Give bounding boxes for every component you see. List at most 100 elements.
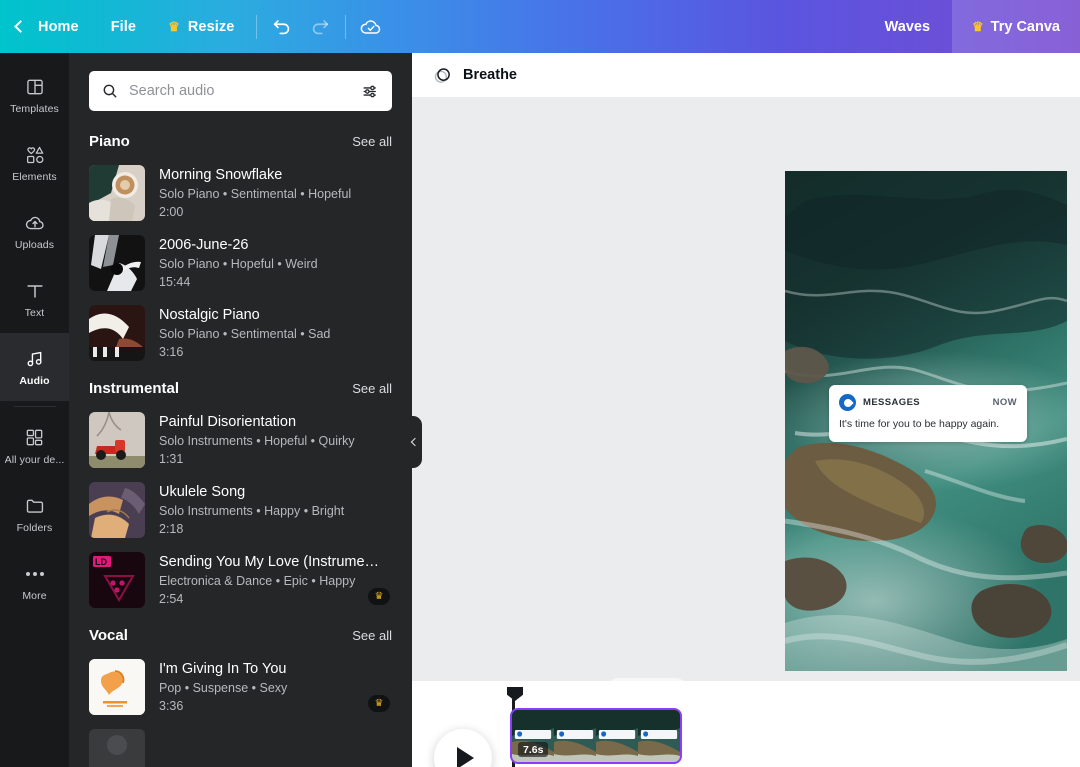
svg-text:LD: LD [95, 557, 107, 567]
section-title: Instrumental [89, 380, 180, 397]
sidebar-item-label: Elements [12, 170, 57, 183]
toolbar-divider [256, 14, 258, 39]
track-meta: Electronica & Dance • Epic • Happy [159, 574, 356, 589]
rail-divider [13, 406, 56, 407]
search-box[interactable] [89, 71, 392, 111]
track-duration: 2:18 [159, 521, 184, 536]
uploads-icon [24, 212, 46, 234]
sidebar-item-uploads[interactable]: Uploads [0, 197, 69, 265]
collapse-panel-button[interactable] [405, 416, 422, 468]
sidebar-item-label: Folders [16, 521, 53, 534]
track-thumbnail: LD [89, 552, 145, 608]
sidebar-item-more[interactable]: More [0, 548, 69, 616]
cloud-save-button[interactable] [352, 8, 390, 46]
track-name: Nostalgic Piano [159, 307, 260, 323]
home-button[interactable]: Home [0, 0, 95, 53]
resize-button[interactable]: ♛ Resize [152, 0, 250, 53]
track-thumbnail [89, 412, 145, 468]
video-clip[interactable]: 7.6s [510, 708, 682, 764]
clip-frame [596, 710, 638, 762]
clip-duration-badge: 7.6s [518, 742, 549, 757]
track-info: Sending You My Love (Instrument... Elect… [159, 552, 392, 608]
track-duration: 1:31 [159, 451, 184, 466]
track-meta: Solo Piano • Sentimental • Sad [159, 327, 331, 342]
list-item[interactable]: Morning Snowflake Solo Piano • Sentiment… [69, 158, 412, 228]
more-dots-icon [24, 563, 46, 585]
audio-icon [24, 348, 46, 370]
sidebar-item-text[interactable]: Text [0, 265, 69, 333]
toolbar-left-group: Home File ♛ Resize [0, 0, 390, 53]
notification-time: NOW [992, 397, 1017, 408]
undo-button[interactable] [263, 8, 301, 46]
section-header-instrumental: Instrumental See all [69, 368, 412, 405]
canvas-stage[interactable]: MESSAGES NOW It's time for you to be hap… [412, 97, 1080, 700]
text-icon [24, 280, 46, 302]
track-meta: Solo Piano • Hopeful • Weird [159, 257, 318, 272]
see-all-piano[interactable]: See all [352, 134, 392, 149]
section-title: Piano [89, 133, 130, 150]
search-input[interactable] [129, 83, 361, 99]
file-menu-button[interactable]: File [95, 0, 152, 53]
track-name: Morning Snowflake [159, 167, 283, 183]
list-item-partial[interactable] [69, 722, 412, 767]
pro-crown-badge: ♛ [368, 588, 390, 605]
editor-area: Breathe MESSAGES NOW It's time for you t… [412, 53, 1080, 767]
filter-sliders-icon[interactable] [361, 82, 380, 101]
track-thumbnail [89, 482, 145, 538]
toolbar-divider-2 [345, 14, 347, 39]
chevron-left-icon [14, 20, 27, 33]
undo-icon [274, 19, 290, 34]
track-thumbnail [89, 305, 145, 361]
section-header-vocal: Vocal See all [69, 615, 412, 652]
play-button[interactable] [434, 729, 492, 767]
resize-label: Resize [187, 18, 235, 35]
list-item[interactable]: Painful Disorientation Solo Instruments … [69, 405, 412, 475]
sidebar-item-audio[interactable]: Audio [0, 333, 69, 401]
see-all-vocal[interactable]: See all [352, 628, 392, 643]
track-name: Ukulele Song [159, 484, 246, 500]
sidebar-item-elements[interactable]: Elements [0, 129, 69, 197]
timeline-bar: 7.6s [412, 681, 1080, 767]
try-canva-pro-button[interactable]: ♛ Try Canva [952, 0, 1080, 53]
search-icon [103, 84, 117, 98]
notification-card[interactable]: MESSAGES NOW It's time for you to be hap… [829, 385, 1027, 442]
design-page[interactable]: MESSAGES NOW It's time for you to be hap… [785, 171, 1067, 671]
search-area [69, 53, 412, 121]
sidebar-item-label: Uploads [14, 238, 55, 251]
track-info: 2006-June-26 Solo Piano • Hopeful • Weir… [159, 235, 392, 291]
sidebar-item-all-your-designs[interactable]: All your de... [0, 412, 69, 480]
clip-frame [638, 710, 680, 762]
templates-icon [24, 76, 46, 98]
design-name-button[interactable]: Waves [863, 19, 952, 35]
sidebar-item-templates[interactable]: Templates [0, 61, 69, 129]
list-item[interactable]: 2006-June-26 Solo Piano • Hopeful • Weir… [69, 228, 412, 298]
canva-editor-window: Home File ♛ Resize Waves ♛ Try Canva Tem… [0, 0, 1080, 767]
sidebar-item-label: Templates [10, 102, 59, 115]
list-item[interactable]: Nostalgic Piano Solo Piano • Sentimental… [69, 298, 412, 368]
redo-icon [313, 19, 329, 34]
audio-list-scroller[interactable]: Piano See all Morning Snowflake Solo Pia… [69, 121, 412, 767]
track-thumbnail [89, 729, 145, 767]
list-item[interactable]: Ukulele Song Solo Instruments • Happy • … [69, 475, 412, 545]
list-item[interactable]: I'm Giving In To You Pop • Suspense • Se… [69, 652, 412, 722]
track-info: Morning Snowflake Solo Piano • Sentiment… [159, 165, 392, 221]
sidebar-item-label: More [22, 589, 47, 602]
playhead-marker[interactable] [507, 687, 523, 701]
see-all-instrumental[interactable]: See all [352, 381, 392, 396]
track-thumbnail [89, 659, 145, 715]
track-meta: Solo Instruments • Happy • Bright [159, 504, 345, 519]
top-toolbar: Home File ♛ Resize Waves ♛ Try Canva [0, 0, 1080, 53]
toolbar-right-group: Waves ♛ Try Canva [863, 0, 1080, 53]
track-meta: Solo Instruments • Hopeful • Quirky [159, 434, 355, 449]
all-your-designs-icon [24, 427, 46, 449]
track-duration: 15:44 [159, 274, 191, 289]
try-canva-label: Try Canva [990, 18, 1060, 35]
notification-app-name: MESSAGES [863, 397, 921, 408]
sidebar-item-folders[interactable]: Folders [0, 480, 69, 548]
cloud-saved-icon [360, 19, 381, 34]
redo-button[interactable] [301, 8, 339, 46]
chevron-left-icon [410, 437, 419, 447]
file-label: File [110, 18, 137, 35]
track-meta: Solo Piano • Sentimental • Hopeful [159, 187, 352, 202]
list-item[interactable]: LD Sending You My Love (Instrument... El… [69, 545, 412, 615]
